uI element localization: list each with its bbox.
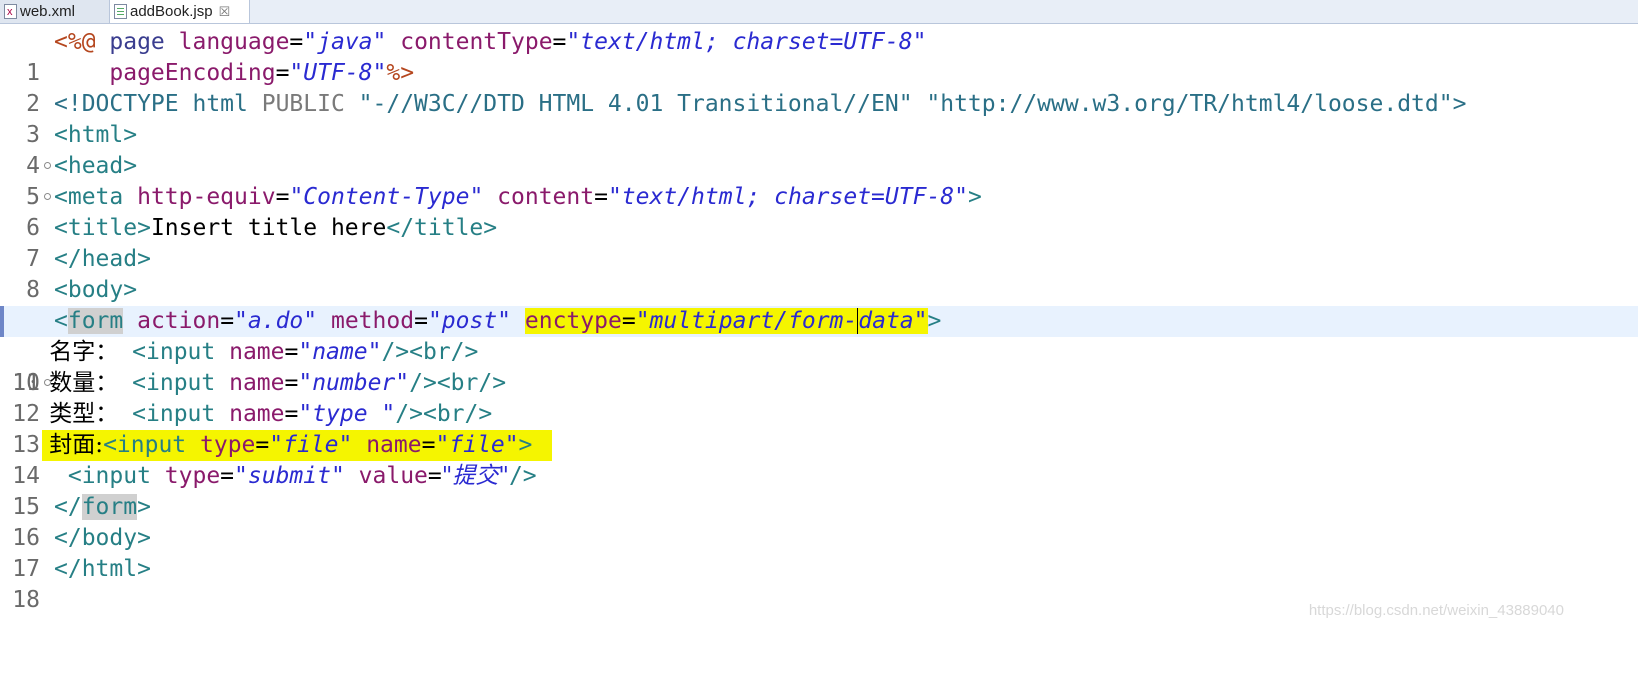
text-cursor: data" <box>857 308 928 334</box>
code-line: 9 <body> <box>0 275 1638 334</box>
jsp-file-icon <box>114 4 127 19</box>
close-icon[interactable]: ☒ <box>219 4 231 19</box>
line-number: 18 <box>12 587 40 613</box>
code-line: 16 </form> <box>0 492 1638 551</box>
code-line: 18 </html> <box>0 554 1638 613</box>
code-editor[interactable]: 1 <%@ page language="java" contentType="… <box>0 27 1638 628</box>
code-line: 13 类型： <input name="type "/><br/> <box>0 399 1638 458</box>
tab-label: web.xml <box>20 3 76 20</box>
code-line: 7 <title>Insert title here</title> <box>0 213 1638 272</box>
watermark: https://blog.csdn.net/weixin_43889040 <box>1308 602 1564 619</box>
code-line: 6 <meta http-equiv="Content-Type" conten… <box>0 182 1638 241</box>
tab-label: addBook.jsp <box>130 3 213 20</box>
tab-web-xml[interactable]: web.xml <box>0 0 110 24</box>
code-line: 14 封面:<input type="file" name="file"> <box>0 430 1638 489</box>
code-line: 2 pageEncoding="UTF-8"%> <box>0 58 1638 117</box>
code-line: 17 </body> <box>0 523 1638 582</box>
code-line: 4 <html> <box>0 120 1638 179</box>
current-code-line: 10 <form action="a.do" method="post" enc… <box>0 306 1638 396</box>
current-line-marker <box>0 306 4 337</box>
code-line: 8 </head> <box>0 244 1638 303</box>
code-line: 11 名字： <input name="name"/><br/> <box>0 337 1638 396</box>
editor-tab-bar: web.xml addBook.jsp ☒ <box>0 0 1638 24</box>
code-line: 12 数量： <input name="number"/><br/> <box>0 368 1638 427</box>
xml-file-icon <box>4 1 17 24</box>
tab-addbook-jsp[interactable]: addBook.jsp ☒ <box>110 0 250 23</box>
code-line: 3 <!DOCTYPE html PUBLIC "-//W3C//DTD HTM… <box>0 89 1638 148</box>
code-line: 5 <head> <box>0 151 1638 210</box>
code-line: 15 <input type="submit" value="提交"/> <box>0 461 1638 520</box>
code-line: 1 <%@ page language="java" contentType="… <box>0 27 1638 86</box>
